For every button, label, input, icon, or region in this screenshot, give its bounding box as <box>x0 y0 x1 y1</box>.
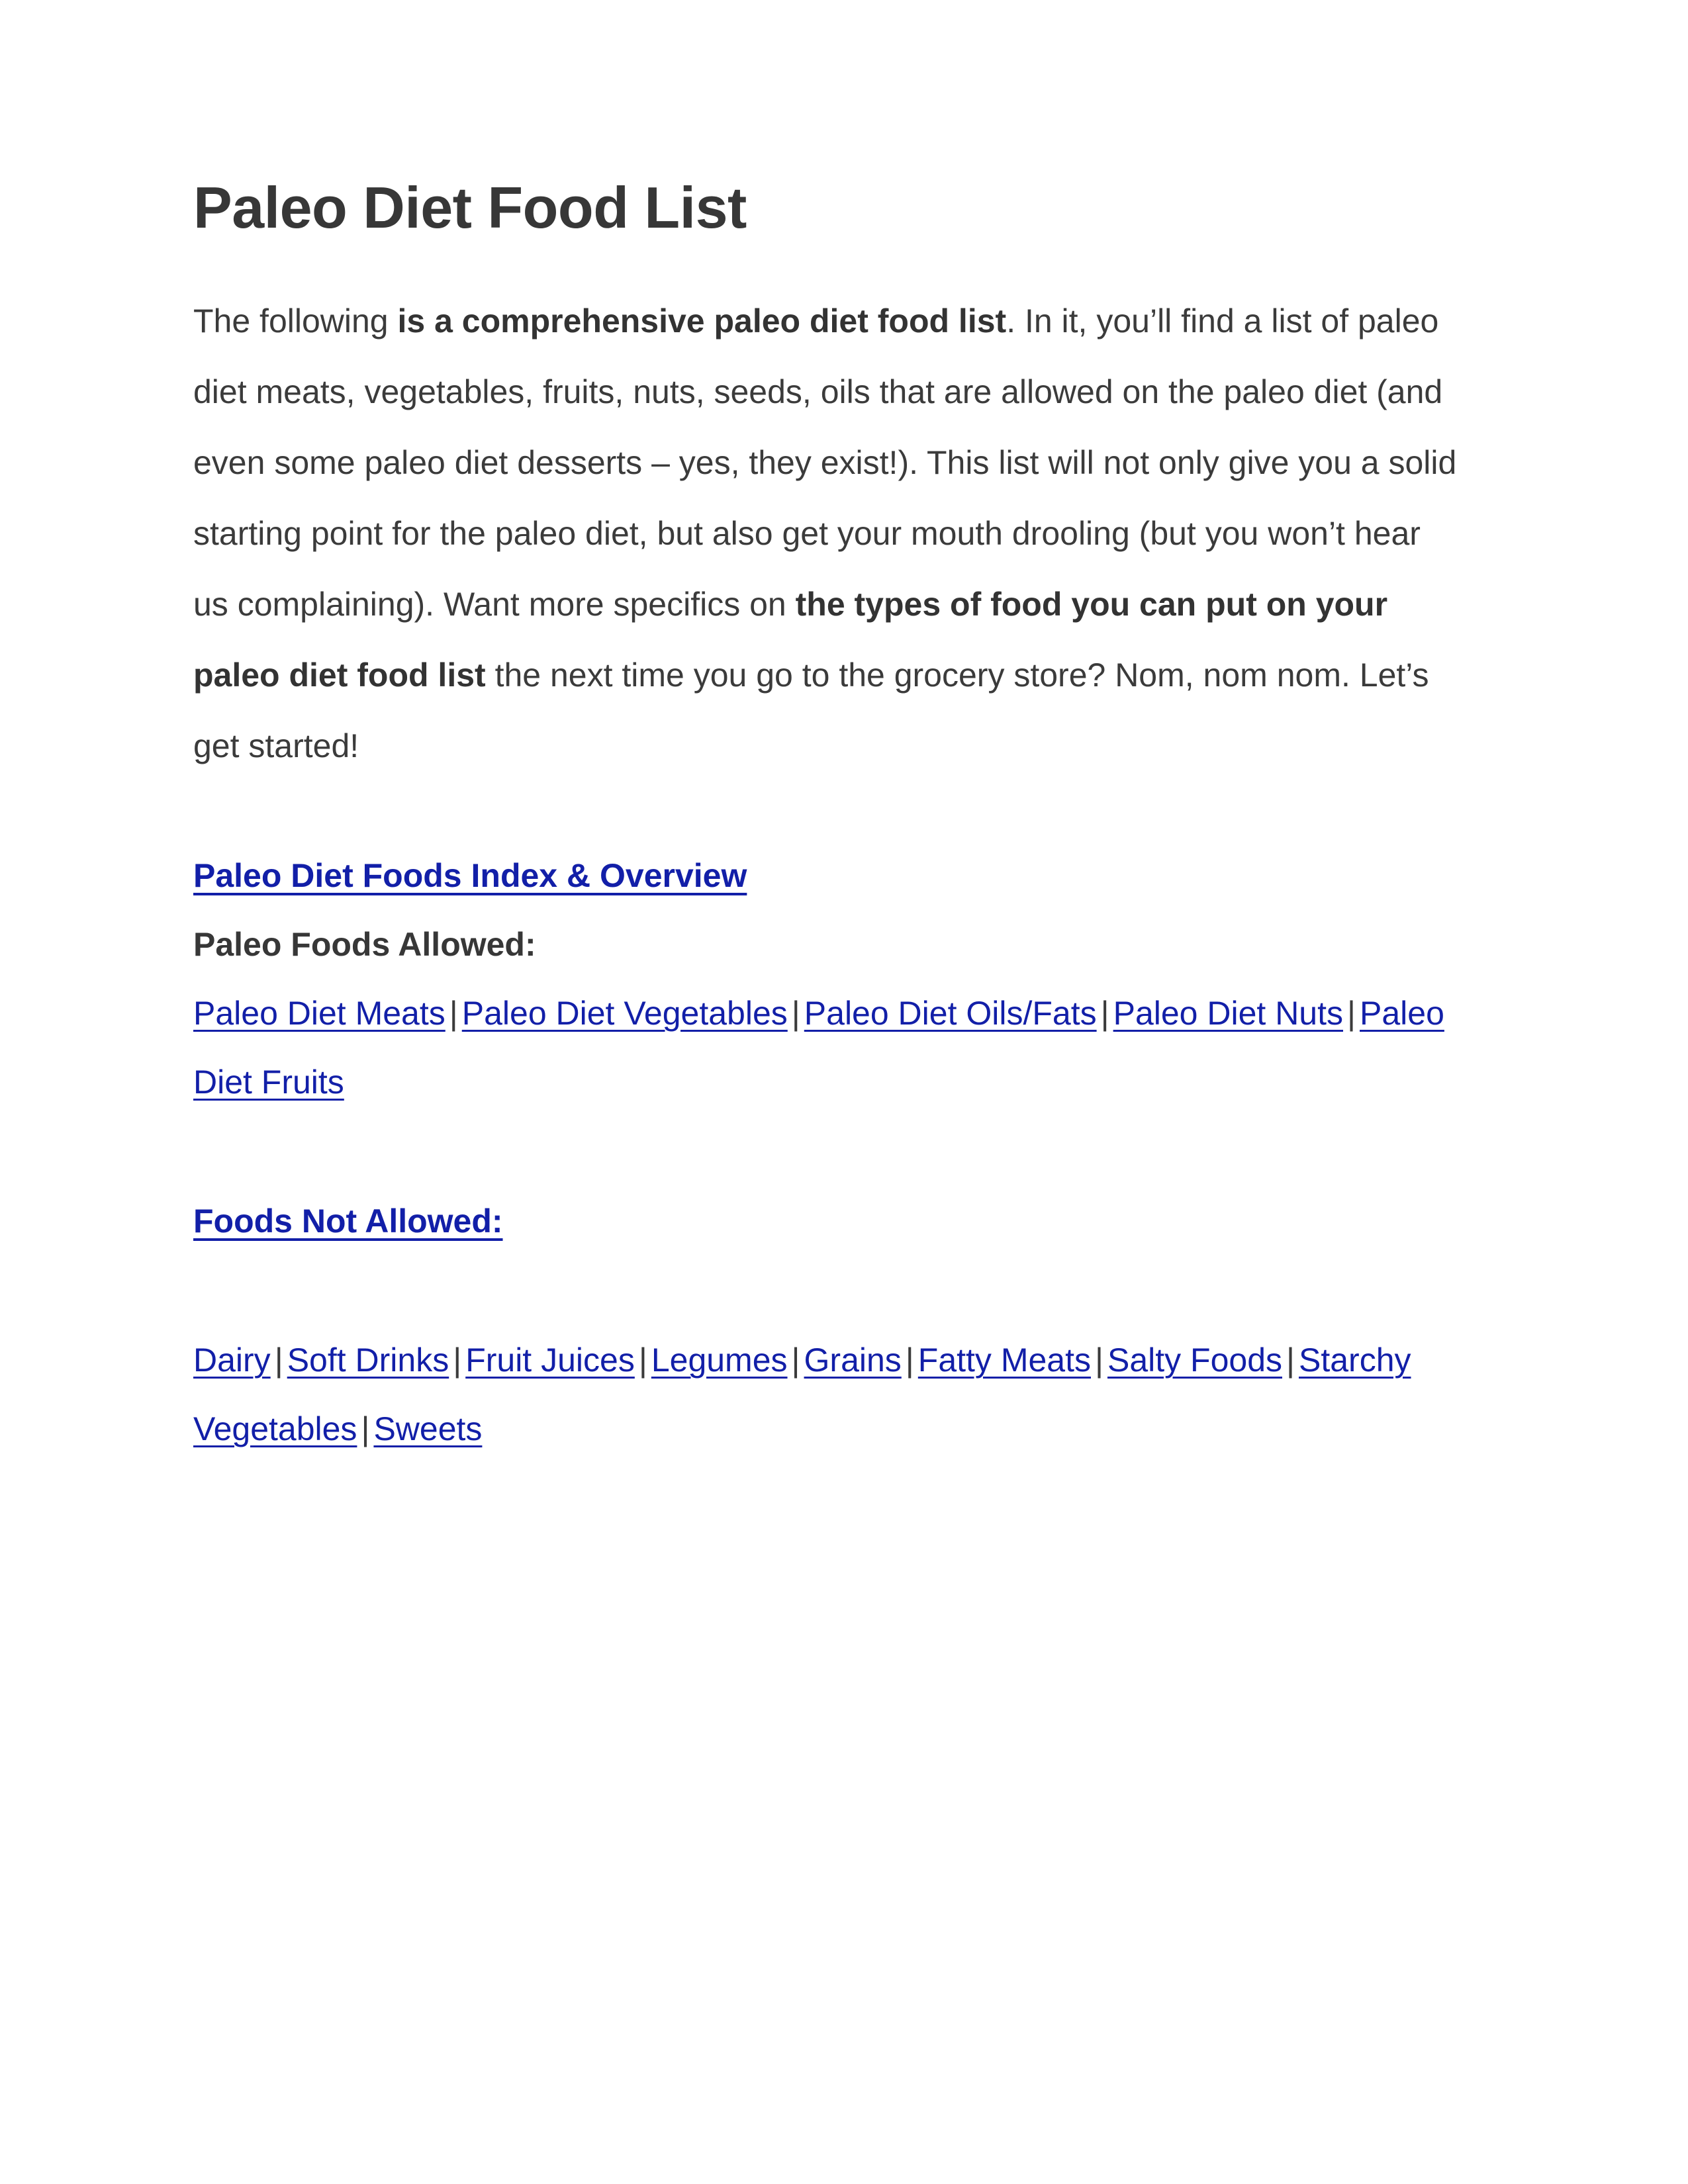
link-paleo-diet-vegetables[interactable]: Paleo Diet Vegetables <box>462 995 788 1032</box>
link-separator: | <box>453 1342 462 1379</box>
link-separator: | <box>449 995 458 1032</box>
not-allowed-heading-wrapper: Foods Not Allowed: <box>193 1201 1471 1241</box>
link-soft-drinks[interactable]: Soft Drinks <box>287 1342 449 1379</box>
link-foods-not-allowed[interactable]: Foods Not Allowed: <box>193 1201 503 1241</box>
link-legumes[interactable]: Legumes <box>651 1342 788 1379</box>
link-separator: | <box>638 1342 647 1379</box>
intro-bold-phrase-1: is a comprehensive paleo diet food list <box>397 302 1007 340</box>
link-separator: | <box>1100 995 1109 1032</box>
spacer-after-index-heading <box>193 895 1471 925</box>
link-fatty-meats[interactable]: Fatty Meats <box>918 1342 1091 1379</box>
not-allowed-foods-link-list: Dairy | Soft Drinks | Fruit Juices | Legumes | G… <box>193 1326 1461 1463</box>
link-separator: | <box>1094 1342 1103 1379</box>
link-paleo-diet-foods-index-overview[interactable]: Paleo Diet Foods Index & Overview <box>193 856 747 895</box>
intro-text-part-2: . In it, you’ll find a list of paleo die… <box>193 302 1457 623</box>
intro-paragraph: The following is a comprehensive paleo d… <box>193 286 1461 782</box>
spacer-after-intro <box>193 782 1471 856</box>
link-fruit-juices[interactable]: Fruit Juices <box>465 1342 635 1379</box>
spacer-after-allowed-heading <box>193 964 1471 979</box>
document-content: Paleo Diet Food List The following is a … <box>193 177 1471 1463</box>
paleo-foods-allowed-heading: Paleo Foods Allowed: <box>193 926 536 964</box>
link-paleo-diet-nuts[interactable]: Paleo Diet Nuts <box>1113 995 1343 1032</box>
link-separator: | <box>361 1410 370 1448</box>
link-salty-foods[interactable]: Salty Foods <box>1107 1342 1282 1379</box>
spacer-before-not-allowed <box>193 1116 1471 1201</box>
link-separator: | <box>791 1342 800 1379</box>
link-grains[interactable]: Grains <box>804 1342 902 1379</box>
link-separator: | <box>791 995 800 1032</box>
index-heading-wrapper: Paleo Diet Foods Index & Overview <box>193 856 1471 895</box>
link-separator: | <box>905 1342 914 1379</box>
link-paleo-diet-oils-fats[interactable]: Paleo Diet Oils/Fats <box>804 995 1097 1032</box>
link-paleo-diet-meats[interactable]: Paleo Diet Meats <box>193 995 445 1032</box>
link-sweets[interactable]: Sweets <box>373 1410 482 1447</box>
link-dairy[interactable]: Dairy <box>193 1342 271 1379</box>
allowed-foods-link-list: Paleo Diet Meats | Paleo Diet Vegetables | P… <box>193 979 1461 1116</box>
spacer-after-not-allowed-heading <box>193 1241 1471 1326</box>
link-separator: | <box>1286 1342 1295 1379</box>
intro-text-part-1: The following <box>193 302 398 340</box>
link-separator: | <box>274 1342 283 1379</box>
document-page: Paleo Diet Food List The following is a … <box>0 0 1688 2184</box>
link-separator: | <box>1347 995 1356 1032</box>
page-title: Paleo Diet Food List <box>193 175 747 240</box>
